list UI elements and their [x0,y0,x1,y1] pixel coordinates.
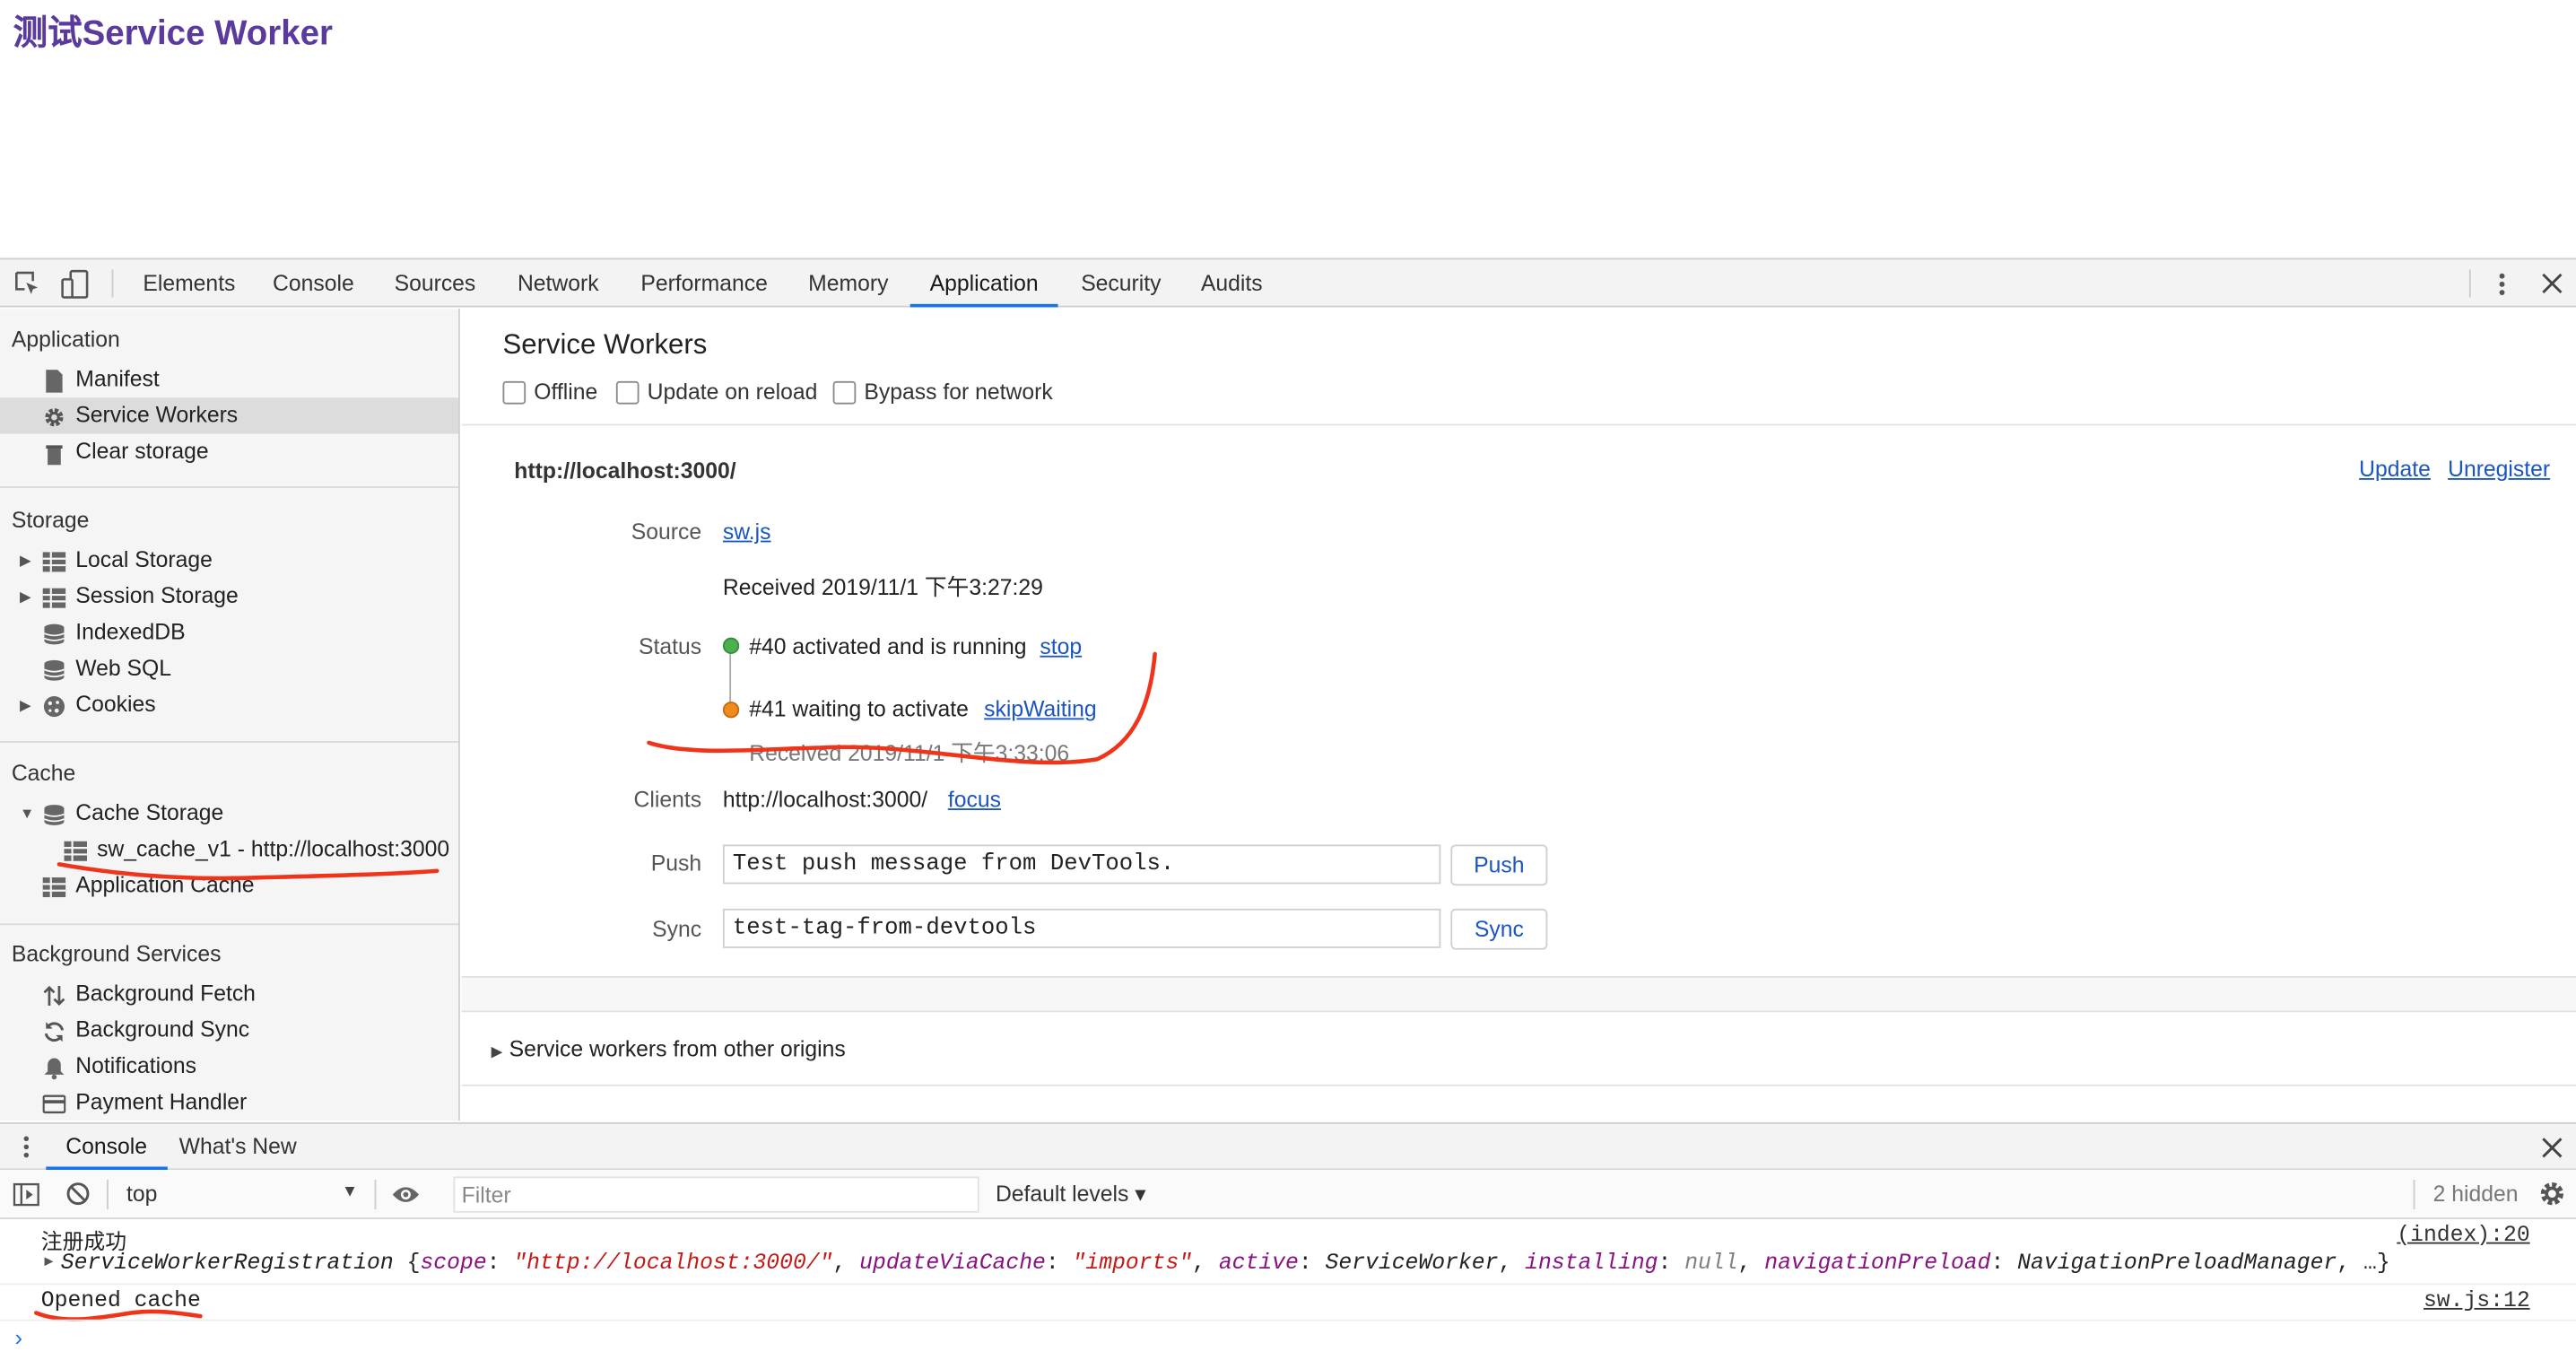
filter-placeholder: Filter [461,1182,511,1208]
console-source-link[interactable]: sw.js:12 [2424,1290,2530,1314]
drawer-tab-console[interactable]: Console [46,1124,167,1171]
clear-console-icon[interactable] [65,1182,90,1206]
console-toolbar: top ▼ Filter Default levels ▾ 2 hidden [0,1170,2576,1220]
close-drawer-icon[interactable] [2541,1137,2563,1158]
console-message-text: Opened cache [40,1289,201,1315]
context-select-value: top [126,1181,158,1207]
filter-input[interactable]: Filter [453,1176,979,1213]
drawer-tabbar: Console What's New [0,1121,2576,1171]
console-source-link[interactable]: (index):20 [2397,1225,2529,1249]
console-message-text: 注册成功 [40,1230,127,1256]
context-select[interactable]: top ▼ [115,1176,361,1212]
show-sidebar-icon[interactable] [13,1182,39,1207]
expand-object-arrow-icon[interactable]: ▶ [44,1254,53,1270]
drawer-tab-whats-new[interactable]: What's New [179,1124,297,1168]
default-levels-dropdown[interactable]: Default levels ▾ [996,1182,1146,1208]
dropdown-arrow-icon: ▼ [341,1182,359,1201]
eye-icon[interactable] [391,1183,421,1207]
drawer-menu-icon[interactable] [20,1134,33,1160]
console-settings-gear-icon[interactable] [2538,1180,2566,1208]
hidden-count: 2 hidden [2432,1181,2519,1207]
console-prompt[interactable]: › [14,1324,22,1350]
